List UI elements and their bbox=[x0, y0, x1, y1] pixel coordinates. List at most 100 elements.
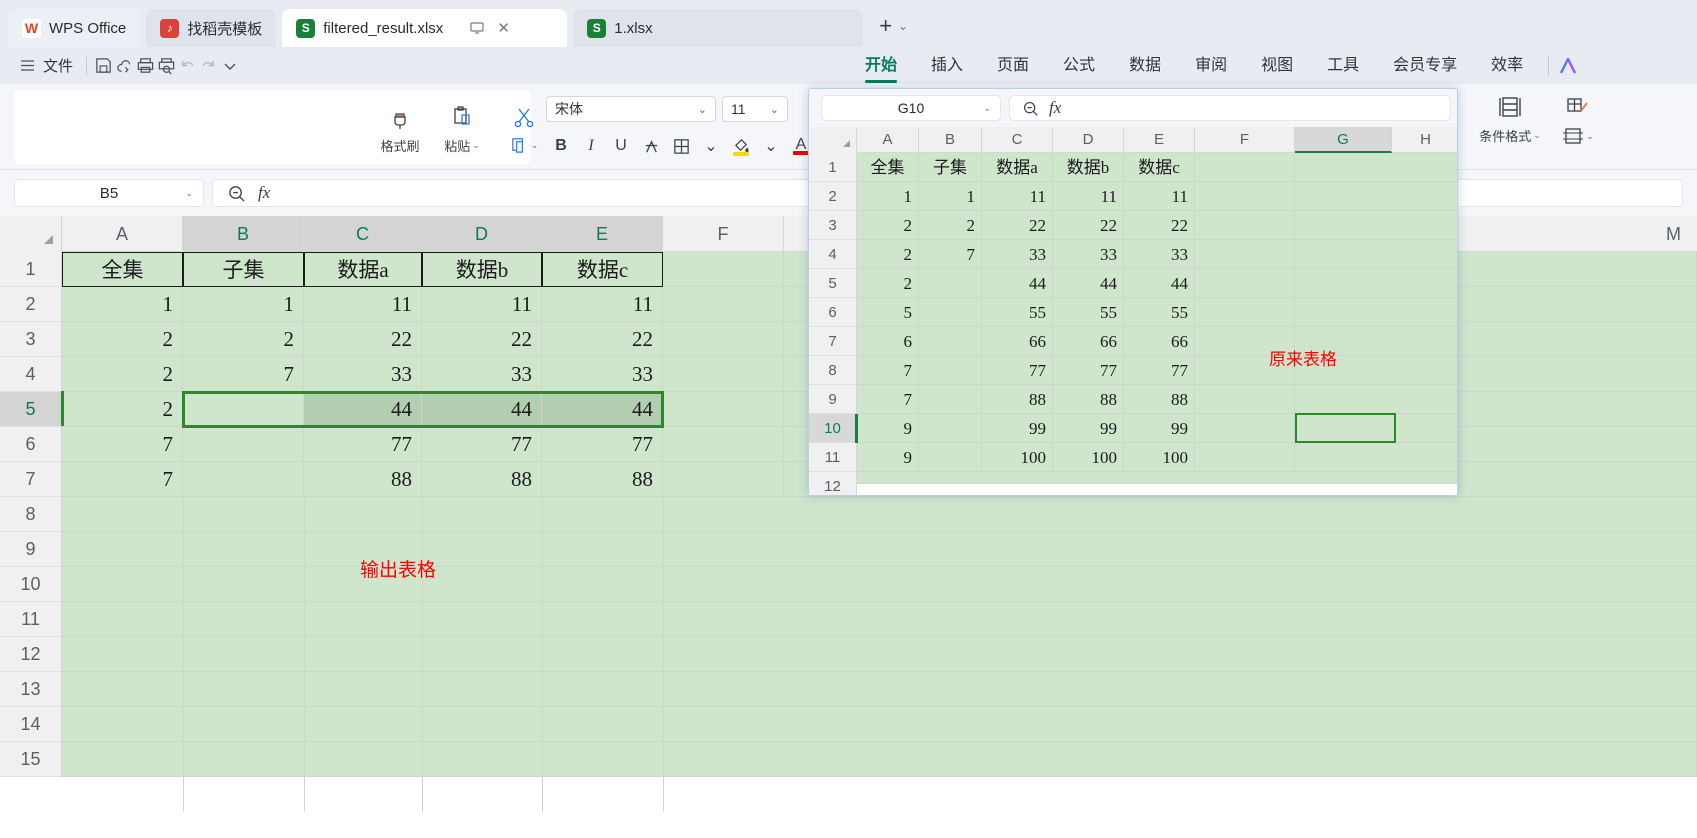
overlay-column-header-h[interactable]: H bbox=[1392, 127, 1457, 153]
column-header-a[interactable]: A bbox=[62, 216, 183, 252]
row-header-14[interactable]: 14 bbox=[0, 707, 61, 742]
name-box[interactable]: B5 ⌄ bbox=[14, 179, 204, 207]
overlay-cell-c2[interactable]: 11 bbox=[982, 182, 1053, 211]
overlay-cell-area[interactable]: 全集 子集 数据a 数据b 数据c 1 1 11 11 11 2 2 22 22… bbox=[855, 153, 1457, 495]
overlay-cell-g1[interactable] bbox=[1295, 153, 1457, 182]
row-header-2[interactable]: 2 bbox=[0, 287, 61, 322]
italic-button[interactable]: I bbox=[576, 132, 606, 160]
overlay-cell-d5[interactable]: 44 bbox=[1053, 269, 1124, 298]
overlay-cell-c8[interactable]: 77 bbox=[982, 356, 1053, 385]
fill-color-button[interactable] bbox=[726, 132, 756, 160]
overlay-cell-e8[interactable]: 77 bbox=[1124, 356, 1195, 385]
overlay-cell-e9[interactable]: 88 bbox=[1124, 385, 1195, 414]
overlay-cell-g9[interactable] bbox=[1295, 385, 1457, 414]
overlay-cell-e7[interactable]: 66 bbox=[1124, 327, 1195, 356]
cloud-sync-icon[interactable] bbox=[114, 55, 135, 76]
cell-d5[interactable]: 44 bbox=[422, 392, 542, 427]
overlay-row-header-5[interactable]: 5 bbox=[809, 269, 856, 298]
cell-d7[interactable]: 88 bbox=[422, 462, 542, 497]
overlay-cell-g3[interactable] bbox=[1295, 211, 1457, 240]
overlay-cell-e1[interactable]: 数据c bbox=[1124, 153, 1195, 182]
overlay-column-header-c[interactable]: C bbox=[982, 127, 1053, 153]
row-header-4[interactable]: 4 bbox=[0, 357, 61, 392]
cell-row-11[interactable] bbox=[62, 602, 1697, 637]
overlay-cell-g2[interactable] bbox=[1295, 182, 1457, 211]
overlay-cell-c4[interactable]: 33 bbox=[982, 240, 1053, 269]
overlay-cell-c5[interactable]: 44 bbox=[982, 269, 1053, 298]
overlay-cell-b3[interactable]: 2 bbox=[919, 211, 982, 240]
row-header-9[interactable]: 9 bbox=[0, 532, 61, 567]
overlay-cell-g5[interactable] bbox=[1295, 269, 1457, 298]
tab-member[interactable]: 会员专享 bbox=[1376, 47, 1474, 84]
overlay-cell-f3[interactable] bbox=[1195, 211, 1295, 240]
overlay-cell-c6[interactable]: 55 bbox=[982, 298, 1053, 327]
column-header-m[interactable]: M bbox=[1650, 216, 1697, 252]
overlay-cell-d7[interactable]: 66 bbox=[1053, 327, 1124, 356]
cell-a6[interactable]: 7 bbox=[62, 427, 183, 462]
tab-page[interactable]: 页面 bbox=[980, 47, 1046, 84]
overlay-cell-g11[interactable] bbox=[1295, 443, 1457, 472]
cell-c6[interactable]: 77 bbox=[304, 427, 422, 462]
overlay-column-header-f[interactable]: F bbox=[1195, 127, 1295, 153]
row-header-11[interactable]: 11 bbox=[0, 602, 61, 637]
column-header-e[interactable]: E bbox=[542, 216, 663, 252]
overlay-cell-b8[interactable] bbox=[919, 356, 982, 385]
overlay-cell-a5[interactable]: 2 bbox=[857, 269, 919, 298]
overlay-cell-b6[interactable] bbox=[919, 298, 982, 327]
overlay-cell-f10[interactable] bbox=[1195, 414, 1295, 443]
overlay-cell-g6[interactable] bbox=[1295, 298, 1457, 327]
floating-worksheet-window[interactable]: G10 ⌄ fx A B C D E F G H 1 2 3 4 5 6 7 8… bbox=[808, 88, 1458, 496]
tab-formula[interactable]: 公式 bbox=[1046, 47, 1112, 84]
chevron-down-icon[interactable]: ⌄ bbox=[185, 188, 193, 199]
overlay-cell-d2[interactable]: 11 bbox=[1053, 182, 1124, 211]
cell-a3[interactable]: 2 bbox=[62, 322, 183, 357]
undo-icon[interactable] bbox=[177, 55, 198, 76]
cell-a4[interactable]: 2 bbox=[62, 357, 183, 392]
monitor-icon[interactable] bbox=[469, 20, 485, 36]
cell-f4[interactable] bbox=[663, 357, 784, 392]
overlay-cell-d4[interactable]: 33 bbox=[1053, 240, 1124, 269]
fx-icon[interactable]: fx bbox=[1049, 98, 1061, 118]
tab-filtered-result[interactable]: S filtered_result.xlsx ✕ bbox=[282, 9, 568, 47]
cell-row-15[interactable] bbox=[62, 742, 1697, 777]
copy-icon[interactable] bbox=[510, 136, 529, 155]
overlay-cell-c11[interactable]: 100 bbox=[982, 443, 1053, 472]
tab-review[interactable]: 审阅 bbox=[1178, 47, 1244, 84]
overlay-cell-f1[interactable] bbox=[1195, 153, 1295, 182]
cell-f5[interactable] bbox=[663, 392, 784, 427]
cell-e2[interactable]: 11 bbox=[542, 287, 663, 322]
cell-e1[interactable]: 数据c bbox=[542, 252, 663, 287]
overlay-cell-f5[interactable] bbox=[1195, 269, 1295, 298]
overlay-cell-d3[interactable]: 22 bbox=[1053, 211, 1124, 240]
overlay-cell-b1[interactable]: 子集 bbox=[919, 153, 982, 182]
column-header-c[interactable]: C bbox=[304, 216, 422, 252]
cell-a5[interactable]: 2 bbox=[62, 392, 183, 427]
select-all-corner[interactable] bbox=[0, 216, 62, 252]
table-style-icon[interactable] bbox=[1565, 92, 1591, 122]
cell-b1[interactable]: 子集 bbox=[183, 252, 304, 287]
cell-d2[interactable]: 11 bbox=[422, 287, 542, 322]
overlay-column-header-g[interactable]: G bbox=[1295, 127, 1392, 153]
overlay-column-header-b[interactable]: B bbox=[919, 127, 982, 153]
cell-row-9[interactable] bbox=[62, 532, 1697, 567]
cell-row-12[interactable] bbox=[62, 637, 1697, 672]
save-icon[interactable] bbox=[93, 55, 114, 76]
overlay-cell-a7[interactable]: 6 bbox=[857, 327, 919, 356]
overlay-cell-c3[interactable]: 22 bbox=[982, 211, 1053, 240]
overlay-cell-b2[interactable]: 1 bbox=[919, 182, 982, 211]
overlay-cell-e2[interactable]: 11 bbox=[1124, 182, 1195, 211]
tab-view[interactable]: 视图 bbox=[1244, 47, 1310, 84]
overlay-cell-f4[interactable] bbox=[1195, 240, 1295, 269]
tab-wps-office[interactable]: W WPS Office bbox=[8, 9, 141, 47]
overlay-cell-c10[interactable]: 99 bbox=[982, 414, 1053, 443]
overlay-cell-e5[interactable]: 44 bbox=[1124, 269, 1195, 298]
overlay-cell-a9[interactable]: 7 bbox=[857, 385, 919, 414]
cell-b2[interactable]: 1 bbox=[183, 287, 304, 322]
overlay-cell-c9[interactable]: 88 bbox=[982, 385, 1053, 414]
close-icon[interactable]: ✕ bbox=[497, 19, 510, 37]
row-header-12[interactable]: 12 bbox=[0, 637, 61, 672]
cell-a7[interactable]: 7 bbox=[62, 462, 183, 497]
overlay-cell-d11[interactable]: 100 bbox=[1053, 443, 1124, 472]
column-header-b[interactable]: B bbox=[183, 216, 304, 252]
overlay-cell-row-12[interactable] bbox=[857, 472, 1457, 484]
